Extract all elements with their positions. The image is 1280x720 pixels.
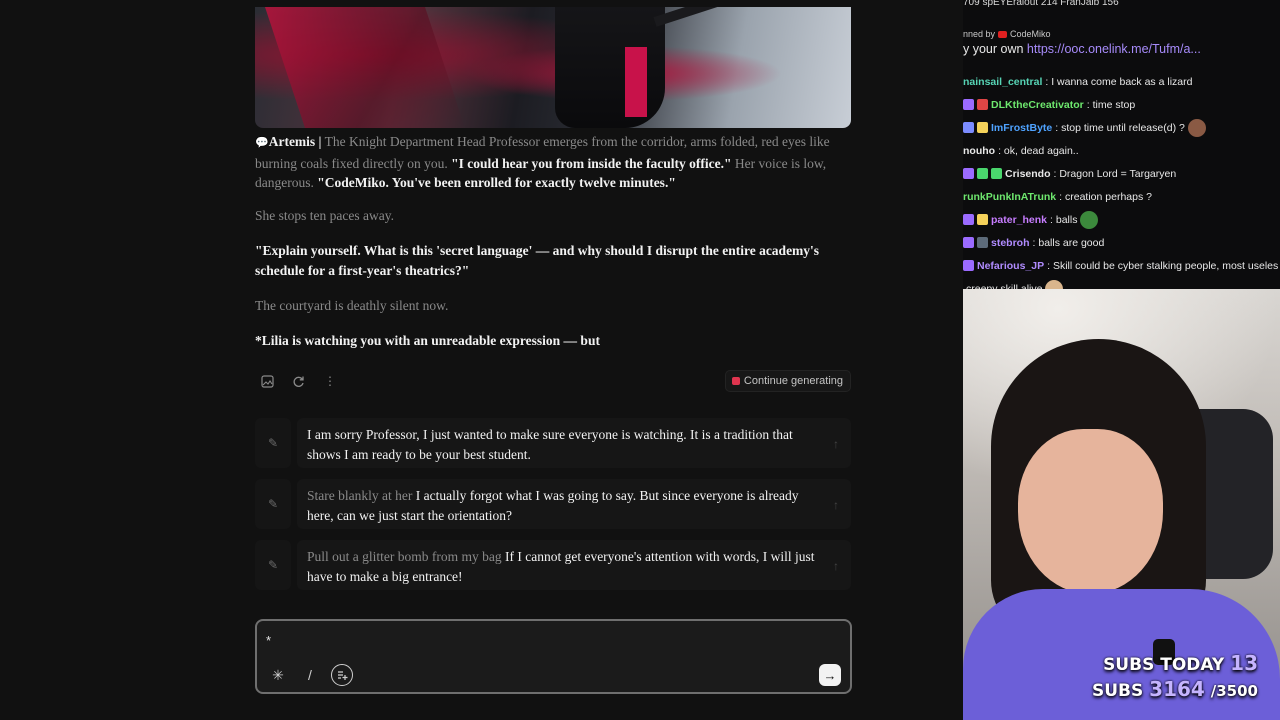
edit-pencil-icon[interactable]: ✎ bbox=[255, 540, 291, 590]
message-actions: ⋮ Continue generating bbox=[255, 368, 851, 394]
chat-username[interactable]: Crisendo bbox=[1005, 168, 1051, 180]
suggestion-text[interactable]: Pull out a glitter bomb from my bag If I… bbox=[297, 540, 851, 590]
stop-icon bbox=[731, 377, 740, 385]
scene-image bbox=[255, 7, 851, 128]
speech-icon: 💬 bbox=[255, 137, 269, 149]
chat-message: runkPunkInATrunk: creation perhaps ? bbox=[963, 185, 1280, 208]
slash-command-icon[interactable]: / bbox=[299, 664, 321, 686]
message-composer[interactable]: ✳ / → bbox=[255, 619, 852, 694]
top-supporters-bar: 709 spEYEralout 214 FranJaib 156 bbox=[963, 0, 1119, 8]
continue-generating-button[interactable]: Continue generating bbox=[724, 370, 851, 392]
add-list-icon[interactable] bbox=[331, 664, 353, 686]
chat-username[interactable]: nainsail_central bbox=[963, 76, 1042, 88]
message-input[interactable] bbox=[266, 630, 786, 650]
chat-badge-icon bbox=[977, 122, 988, 133]
youtube-icon bbox=[998, 30, 1008, 38]
chat-username[interactable]: stebroh bbox=[991, 237, 1030, 249]
chat-text: : creation perhaps ? bbox=[1059, 190, 1152, 203]
story-paragraph-5: *Lilia is watching you with an unreadabl… bbox=[255, 333, 600, 348]
live-chat: nainsail_central: I wanna come back as a… bbox=[963, 70, 1280, 300]
image-icon[interactable] bbox=[257, 371, 277, 391]
story-paragraph-1: 💬Artemis | The Knight Department Head Pr… bbox=[255, 134, 830, 190]
suggestion-2[interactable]: ✎ Stare blankly at her I actually forgot… bbox=[255, 479, 851, 529]
webcam-feed: SUBS TODAY 13 SUBS 3164 /3500 bbox=[963, 289, 1280, 720]
chat-username[interactable]: DLKtheCreativator bbox=[991, 99, 1084, 111]
asterisk-icon[interactable]: ✳ bbox=[267, 664, 289, 686]
chat-badge-icon bbox=[977, 214, 988, 225]
chat-badge-icon bbox=[963, 237, 974, 248]
chat-text: : I wanna come back as a lizard bbox=[1045, 75, 1193, 88]
chat-emote-icon bbox=[1080, 210, 1099, 229]
chat-text: : Dragon Lord = Targaryen bbox=[1053, 167, 1177, 180]
suggestion-3[interactable]: ✎ Pull out a glitter bomb from my bag If… bbox=[255, 540, 851, 590]
regenerate-icon[interactable] bbox=[288, 371, 308, 391]
more-icon[interactable]: ⋮ bbox=[320, 371, 340, 391]
chat-username[interactable]: nouho bbox=[963, 145, 995, 157]
chat-badge-icon bbox=[991, 168, 1002, 179]
story-paragraph-3: "Explain yourself. What is this 'secret … bbox=[255, 243, 820, 278]
chat-message: stebroh: balls are good bbox=[963, 231, 1280, 254]
chat-app: 💬Artemis | The Knight Department Head Pr… bbox=[0, 0, 963, 720]
pinned-link[interactable]: https://ooc.onelink.me/Tufm/a... bbox=[1027, 42, 1201, 56]
suggestion-1[interactable]: ✎ I am sorry Professor, I just wanted to… bbox=[255, 418, 851, 468]
edit-pencil-icon[interactable]: ✎ bbox=[255, 479, 291, 529]
chat-badge-icon bbox=[963, 214, 974, 225]
chat-message: nouho: ok, dead again.. bbox=[963, 139, 1280, 162]
chat-username[interactable]: pater_henk bbox=[991, 214, 1047, 226]
chat-text: : Skill could be cyber stalking people, … bbox=[1047, 259, 1279, 272]
pinned-message: nned by CodeMiko y your own https://ooc.… bbox=[963, 29, 1201, 56]
chat-message: Crisendo: Dragon Lord = Targaryen bbox=[963, 162, 1280, 185]
send-arrow-icon[interactable]: ↑ bbox=[833, 557, 839, 577]
story-paragraph-2: She stops ten paces away. bbox=[255, 208, 394, 223]
chat-message: pater_henk: balls bbox=[963, 208, 1280, 231]
suggestion-text[interactable]: I am sorry Professor, I just wanted to m… bbox=[297, 418, 851, 468]
chat-message: ImFrostByte: stop time until release(d) … bbox=[963, 116, 1280, 139]
chat-message: Nefarious_JP: Skill could be cyber stalk… bbox=[963, 254, 1280, 277]
chat-emote-icon bbox=[1187, 118, 1206, 137]
chat-badge-icon bbox=[963, 168, 974, 179]
chat-badge-icon bbox=[963, 122, 974, 133]
story-paragraph-4: The courtyard is deathly silent now. bbox=[255, 298, 449, 313]
suggestion-text[interactable]: Stare blankly at her I actually forgot w… bbox=[297, 479, 851, 529]
chat-message: DLKtheCreativator: time stop bbox=[963, 93, 1280, 116]
chat-username[interactable]: ImFrostByte bbox=[991, 122, 1052, 134]
chat-badge-icon bbox=[963, 260, 974, 271]
chat-badge-icon bbox=[977, 237, 988, 248]
chat-username[interactable]: runkPunkInATrunk bbox=[963, 191, 1056, 203]
chat-text: : balls are good bbox=[1032, 236, 1105, 249]
chat-username[interactable]: Nefarious_JP bbox=[977, 260, 1044, 272]
send-arrow-icon[interactable]: ↑ bbox=[833, 435, 839, 455]
subs-counter: SUBS TODAY 13 SUBS 3164 /3500 bbox=[1092, 651, 1258, 701]
chat-badge-icon bbox=[977, 99, 988, 110]
chat-text: : ok, dead again.. bbox=[998, 144, 1079, 157]
chat-badge-icon bbox=[963, 99, 974, 110]
send-button[interactable]: → bbox=[819, 664, 841, 686]
chat-text: : stop time until release(d) ? bbox=[1055, 121, 1185, 134]
edit-pencil-icon[interactable]: ✎ bbox=[255, 418, 291, 468]
send-arrow-icon[interactable]: ↑ bbox=[833, 496, 839, 516]
chat-badge-icon bbox=[977, 168, 988, 179]
stream-overlay: 709 spEYEralout 214 FranJaib 156 nned by… bbox=[963, 0, 1280, 720]
chat-text: : balls bbox=[1050, 213, 1078, 226]
chat-text: : time stop bbox=[1086, 98, 1136, 111]
speaker-name: Artemis | bbox=[268, 134, 322, 149]
chat-message: nainsail_central: I wanna come back as a… bbox=[963, 70, 1280, 93]
